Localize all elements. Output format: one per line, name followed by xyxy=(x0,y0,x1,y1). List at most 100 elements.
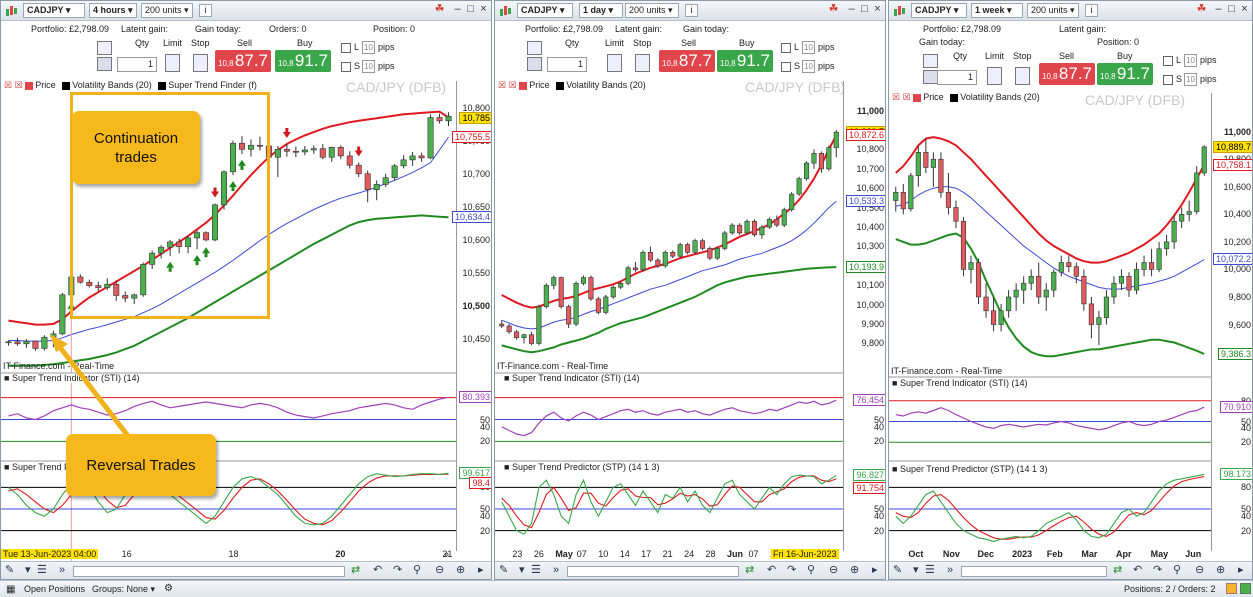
link-icon[interactable]: ☘ xyxy=(433,4,446,17)
trade-tool-icon[interactable] xyxy=(527,41,542,55)
calculator-icon[interactable] xyxy=(923,70,938,84)
link-icon[interactable]: ☘ xyxy=(1195,4,1208,17)
qty-input[interactable]: 1 xyxy=(937,70,977,85)
maximize-icon[interactable]: □ xyxy=(1225,4,1238,17)
limit-pips-input[interactable]: 10 xyxy=(1184,54,1197,67)
open-positions-tab[interactable]: Open Positions xyxy=(24,584,85,594)
close-icon[interactable]: × xyxy=(1238,4,1251,17)
more-icon[interactable]: » xyxy=(59,565,65,576)
qty-input[interactable]: 1 xyxy=(547,57,587,72)
chart-icon[interactable] xyxy=(499,4,512,17)
close-icon[interactable]: × xyxy=(871,4,884,17)
zoom-out-icon[interactable]: ⊖ xyxy=(829,565,838,576)
info-icon[interactable]: i xyxy=(199,4,212,17)
timeframe-select[interactable]: 1 day ▾ xyxy=(579,3,623,18)
undo-icon[interactable]: ↶ xyxy=(767,565,776,576)
stop-button[interactable] xyxy=(1015,67,1030,85)
close-icon[interactable]: ☒ xyxy=(892,92,900,102)
export-icon[interactable]: ⇄ xyxy=(745,565,754,576)
timeframe-select[interactable]: 1 week ▾ xyxy=(971,3,1023,18)
symbol-select[interactable]: CADJPY ▾ xyxy=(517,3,573,18)
dropdown-icon[interactable]: ▾ xyxy=(25,565,31,576)
units-select[interactable]: 200 units ▾ xyxy=(625,3,679,18)
redo-icon[interactable]: ↷ xyxy=(393,565,402,576)
buy-button[interactable]: 10,8 91.7 xyxy=(1097,63,1153,85)
zoom-out-icon[interactable]: ⊖ xyxy=(1195,565,1204,576)
limit-checkbox[interactable] xyxy=(781,43,791,53)
horizontal-scrollbar[interactable] xyxy=(567,566,739,577)
undo-icon[interactable]: ↶ xyxy=(373,565,382,576)
units-select[interactable]: 200 units ▾ xyxy=(1027,3,1079,18)
sell-button[interactable]: 10,8 87.7 xyxy=(215,50,271,72)
pencil-icon[interactable]: ✎ xyxy=(893,565,902,576)
x-tick-label: 10 xyxy=(598,549,609,559)
stop-checkbox[interactable] xyxy=(781,62,791,72)
add-icon[interactable]: ☒ xyxy=(903,92,911,102)
buy-button[interactable]: 10,8 91.7 xyxy=(275,50,331,72)
pencil-icon[interactable]: ✎ xyxy=(499,565,508,576)
horizontal-scrollbar[interactable] xyxy=(73,566,345,577)
price-tag: 10,533.3 xyxy=(845,195,885,208)
pencil-icon[interactable]: ✎ xyxy=(5,565,14,576)
redo-icon[interactable]: ↷ xyxy=(1153,565,1162,576)
limit-button[interactable] xyxy=(607,54,622,72)
minimize-icon[interactable]: – xyxy=(845,4,858,17)
calculator-icon[interactable] xyxy=(527,57,542,71)
horizontal-scrollbar[interactable] xyxy=(961,566,1107,577)
zoom-in-icon[interactable]: ⊕ xyxy=(456,565,465,576)
maximize-icon[interactable]: □ xyxy=(858,4,871,17)
maximize-icon[interactable]: □ xyxy=(464,4,477,17)
zoom-in-icon[interactable]: ⊕ xyxy=(1216,565,1225,576)
limit-checkbox[interactable] xyxy=(1163,56,1173,66)
scroll-right-icon[interactable]: ▸ xyxy=(478,565,484,576)
scroll-right-icon[interactable]: ▸ xyxy=(872,565,878,576)
zoom-out-icon[interactable]: ⊖ xyxy=(435,565,444,576)
link-icon[interactable]: ☘ xyxy=(827,4,840,17)
trade-tool-icon[interactable] xyxy=(923,54,938,68)
zoom-fit-icon[interactable]: ⚲ xyxy=(1173,565,1181,576)
minimize-icon[interactable]: – xyxy=(1212,4,1225,17)
export-icon[interactable]: ⇄ xyxy=(351,565,360,576)
stop-pips-input[interactable]: 10 xyxy=(1184,73,1197,86)
scroll-right-icon[interactable]: ▸ xyxy=(1238,565,1244,576)
stop-pips-input[interactable]: 10 xyxy=(802,60,815,73)
close-icon[interactable]: × xyxy=(477,4,490,17)
limit-checkbox[interactable] xyxy=(341,43,351,53)
add-icon[interactable]: ☒ xyxy=(509,80,517,90)
candle-body xyxy=(618,283,624,288)
dropdown-icon[interactable]: ▾ xyxy=(913,565,919,576)
info-icon[interactable]: i xyxy=(685,4,698,17)
groups-select[interactable]: Groups: None ▾ xyxy=(92,584,155,595)
stop-checkbox[interactable] xyxy=(341,62,351,72)
candle-body xyxy=(427,117,434,159)
limit-button[interactable] xyxy=(987,67,1002,85)
limit-pips-input[interactable]: 10 xyxy=(802,41,815,54)
menu-icon[interactable]: ☰ xyxy=(925,565,935,576)
minimize-icon[interactable]: – xyxy=(451,4,464,17)
sell-button[interactable]: 10,8 87.7 xyxy=(1039,63,1095,85)
settings-icon[interactable]: ⚙ xyxy=(164,583,173,594)
symbol-select[interactable]: CADJPY ▾ xyxy=(911,3,967,18)
menu-icon[interactable]: ☰ xyxy=(531,565,541,576)
menu-icon[interactable]: ☰ xyxy=(37,565,47,576)
chart-icon[interactable] xyxy=(893,4,906,17)
zoom-fit-icon[interactable]: ⚲ xyxy=(413,565,421,576)
undo-icon[interactable]: ↶ xyxy=(1133,565,1142,576)
info-icon[interactable]: i xyxy=(1085,4,1098,17)
sell-button[interactable]: 10,8 87.7 xyxy=(659,50,715,72)
zoom-in-icon[interactable]: ⊕ xyxy=(850,565,859,576)
buy-button[interactable]: 10,8 91.7 xyxy=(717,50,773,72)
more-icon[interactable]: » xyxy=(947,565,953,576)
panel-icon[interactable]: ▦ xyxy=(6,584,15,595)
redo-icon[interactable]: ↷ xyxy=(787,565,796,576)
dropdown-icon[interactable]: ▾ xyxy=(519,565,525,576)
export-icon[interactable]: ⇄ xyxy=(1113,565,1122,576)
candle-body xyxy=(677,244,683,257)
stop-pips-input[interactable]: 10 xyxy=(362,60,375,73)
stop-button[interactable] xyxy=(635,54,650,72)
stop-checkbox[interactable] xyxy=(1163,75,1173,85)
limit-pips-input[interactable]: 10 xyxy=(362,41,375,54)
zoom-fit-icon[interactable]: ⚲ xyxy=(807,565,815,576)
more-icon[interactable]: » xyxy=(553,565,559,576)
close-icon[interactable]: ☒ xyxy=(498,80,506,90)
